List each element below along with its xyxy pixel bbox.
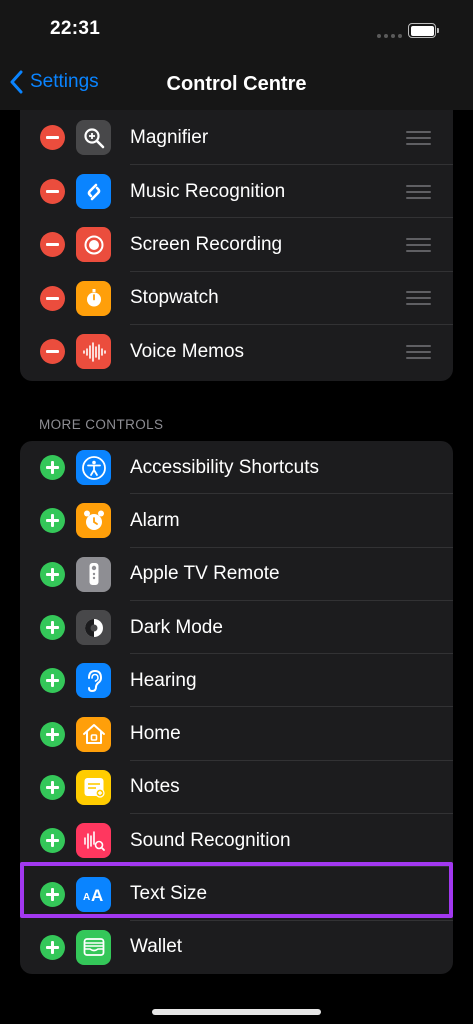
screen-recording-icon [76,227,111,263]
status-time: 22:31 [50,18,101,39]
control-label: Accessibility Shortcuts [130,456,320,478]
list-item-screen-recording: Screen Recording [20,218,453,272]
control-label: Text Size [130,883,208,905]
wallet-icon [76,929,111,965]
drag-handle-icon[interactable] [406,130,431,145]
control-label: Magnifier [130,126,209,148]
list-item-accessibility-shortcuts: Accessibility Shortcuts [20,441,453,495]
home-icon [76,716,111,752]
list-item-dark-mode: Dark Mode [20,601,453,655]
signal-icon [377,34,402,38]
ear-icon [76,663,111,699]
remove-button[interactable] [40,285,65,311]
add-button[interactable] [40,828,65,854]
list-item-stopwatch: Stopwatch [20,272,453,325]
remove-button[interactable] [40,339,65,365]
list-item-alarm: Alarm [20,494,453,548]
alarm-icon [76,503,111,539]
home-indicator [152,1009,321,1015]
text-size-icon: AA [76,876,111,912]
stopwatch-icon [76,280,111,316]
list-item-text-size: AA Text Size [20,867,453,921]
status-bar: 22:31 [0,0,473,60]
list-item-apple-tv-remote: Apple TV Remote [20,548,453,601]
add-button[interactable] [40,561,65,587]
navigation-bar: Settings Control Centre [0,60,473,110]
list-item-voice-memos: Voice Memos [20,325,453,378]
notes-icon [76,769,111,805]
list-item-music-recognition: Music Recognition [20,165,453,219]
drag-handle-icon[interactable] [406,237,431,252]
list-item-notes: Notes [20,761,453,815]
section-header-more-controls: MORE CONTROLS [39,417,164,432]
page-title: Control Centre [166,73,307,95]
included-controls-list: Magnifier Music Recognition Screen Recor… [20,110,453,381]
add-button[interactable] [40,455,65,481]
shazam-icon [76,174,111,210]
dark-mode-icon [76,610,111,646]
control-label: Alarm [130,509,180,531]
list-item-wallet: Wallet [20,921,453,974]
remove-button[interactable] [40,179,65,205]
remove-button[interactable] [40,125,65,150]
control-label: Wallet [130,936,183,958]
drag-handle-icon[interactable] [406,184,431,199]
control-label: Sound Recognition [130,829,291,851]
add-button[interactable] [40,668,65,694]
control-label: Stopwatch [130,287,219,309]
control-label: Screen Recording [130,233,283,255]
more-controls-list: Accessibility Shortcuts Alarm Apple TV R… [20,441,453,974]
svg-text:A: A [91,886,103,905]
control-label: Dark Mode [130,616,223,638]
control-label: Apple TV Remote [130,563,280,585]
accessibility-icon [76,450,111,486]
list-item-sound-recognition: Sound Recognition [20,814,453,868]
add-button[interactable] [40,508,65,534]
remove-button[interactable] [40,232,65,258]
control-label: Home [130,723,181,745]
sound-recognition-icon [76,823,111,859]
control-label: Music Recognition [130,180,286,202]
control-label: Voice Memos [130,340,245,362]
add-button[interactable] [40,721,65,747]
drag-handle-icon[interactable] [406,291,431,306]
add-button[interactable] [40,934,65,960]
add-button[interactable] [40,881,65,907]
add-button[interactable] [40,774,65,800]
voice-memos-icon [76,334,111,370]
list-item-hearing: Hearing [20,654,453,708]
battery-icon [408,23,439,38]
control-label: Notes [130,776,180,798]
remote-icon [76,556,111,592]
list-item-home: Home [20,707,453,761]
magnifier-icon [76,120,111,155]
control-label: Hearing [130,669,197,691]
drag-handle-icon[interactable] [406,344,431,359]
list-item-magnifier: Magnifier [20,110,453,165]
svg-text:A: A [83,892,90,903]
add-button[interactable] [40,615,65,641]
